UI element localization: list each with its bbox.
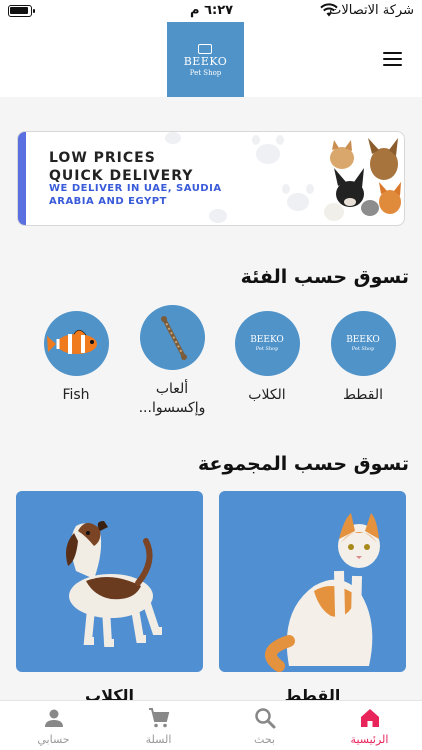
categories-title: تسوق حسب الفئة bbox=[240, 266, 409, 288]
bottom-tab-bar: الرئيسية بحث السلة حسابي bbox=[0, 700, 422, 750]
tab-account[interactable]: حسابي bbox=[1, 701, 106, 750]
tab-label: الرئيسية bbox=[350, 733, 389, 746]
promo-banner[interactable]: LOW PRICES QUICK DELIVERY WE DELIVER IN … bbox=[17, 131, 405, 226]
tab-cart[interactable]: السلة bbox=[106, 701, 211, 750]
category-fish[interactable]: Fish bbox=[36, 311, 116, 405]
tab-home[interactable]: الرئيسية bbox=[317, 701, 422, 750]
banner-line-4: ARABIA AND EGYPT bbox=[49, 196, 167, 207]
tab-label: حسابي bbox=[37, 733, 70, 746]
account-icon bbox=[44, 709, 63, 727]
category-cats[interactable]: BEEKO Pet Shop القطط bbox=[323, 311, 403, 405]
cart-icon bbox=[148, 708, 169, 728]
dogs-logo-icon: BEEKO Pet Shop bbox=[234, 311, 300, 376]
clock: ٦:٢٧ م bbox=[190, 3, 234, 18]
group-card-cats[interactable] bbox=[219, 491, 406, 672]
banner-accent-bar bbox=[18, 132, 26, 225]
hamburger-menu-icon[interactable] bbox=[383, 51, 403, 67]
cats-logo-icon: BEEKO Pet Shop bbox=[330, 311, 396, 376]
category-label: الكلاب bbox=[248, 387, 286, 403]
category-label: ألعاب وإكسسوا... bbox=[138, 381, 206, 416]
logo-name: BEEKO bbox=[183, 55, 228, 68]
groups-title: تسوق حسب المجموعة bbox=[198, 453, 409, 475]
banner-line-2: QUICK DELIVERY bbox=[49, 168, 194, 184]
category-label: Fish bbox=[62, 387, 90, 403]
home-icon bbox=[360, 709, 379, 727]
tab-label: بحث bbox=[254, 733, 275, 746]
cat-photo bbox=[265, 513, 380, 672]
app-header: BEEKO Pet Shop bbox=[0, 22, 422, 97]
category-toys-accessories[interactable]: ألعاب وإكسسوا... bbox=[132, 305, 212, 418]
clownfish-icon bbox=[43, 311, 109, 376]
rope-toy-icon bbox=[139, 305, 205, 370]
logo-subtitle: Pet Shop bbox=[189, 69, 222, 77]
banner-pets-image bbox=[324, 138, 401, 221]
tab-label: السلة bbox=[145, 733, 172, 746]
dog-photo bbox=[66, 521, 162, 647]
tab-search[interactable]: بحث bbox=[212, 701, 317, 750]
brand-logo[interactable]: BEEKO Pet Shop bbox=[167, 22, 244, 97]
carrier-name: شركة الاتصالات bbox=[329, 3, 414, 18]
category-dogs[interactable]: BEEKO Pet Shop الكلاب bbox=[227, 311, 307, 405]
banner-line-3: WE DELIVER IN UAE, SAUDIA bbox=[49, 183, 222, 194]
group-card-dogs[interactable] bbox=[16, 491, 203, 672]
banner-line-1: LOW PRICES bbox=[49, 150, 156, 166]
wifi-icon bbox=[320, 3, 338, 17]
status-bar: شركة الاتصالات ٦:٢٧ م bbox=[0, 0, 422, 22]
bag-icon bbox=[198, 44, 212, 54]
battery-icon bbox=[8, 5, 35, 17]
search-icon bbox=[254, 708, 275, 729]
category-label: القطط bbox=[342, 387, 383, 403]
